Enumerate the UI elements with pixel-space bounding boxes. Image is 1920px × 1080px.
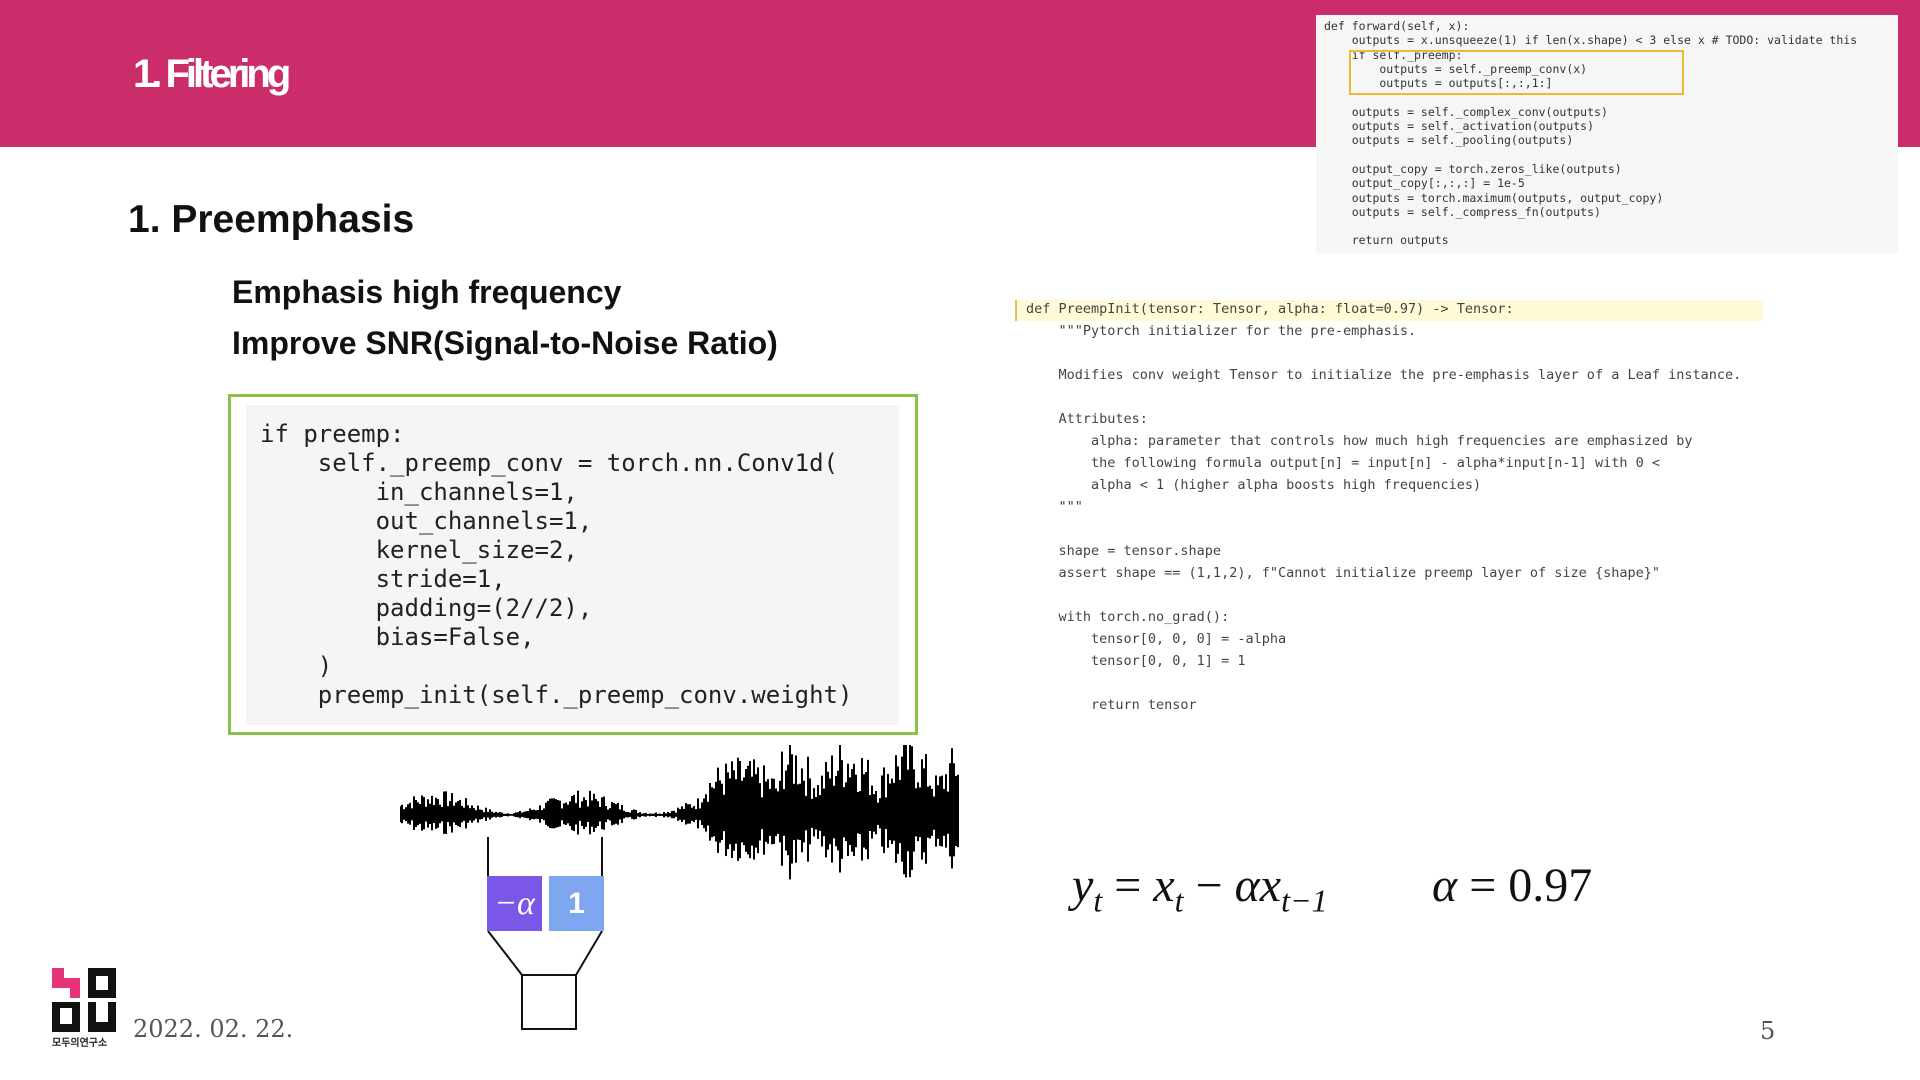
preemp-init-code-line: assert shape == (1,1,2), f"Cannot initia… [1026, 565, 1660, 581]
preemp-code-line: ) [260, 652, 333, 680]
preemp-highlight-box [1349, 50, 1684, 95]
eq-alpha-sym: α [1432, 859, 1458, 912]
eq-x2-sub: t−1 [1281, 882, 1328, 919]
slide-title: 1. Filtering [133, 52, 291, 96]
preemp-code-line: out_channels=1, [260, 507, 593, 535]
forward-code-line: outputs = x.unsqueeze(1) if len(x.shape)… [1324, 33, 1858, 48]
forward-code-line: outputs = torch.maximum(outputs, output_… [1324, 190, 1664, 205]
preemp-init-code-line: """Pytorch initializer for the pre-empha… [1026, 323, 1417, 339]
preemp-init-code-line: alpha < 1 (higher alpha boosts high freq… [1026, 477, 1482, 493]
funnel-left [487, 930, 523, 976]
forward-code-line: outputs = self._activation(outputs) [1324, 119, 1595, 134]
alpha-value-equation: α = 0.97 [1432, 859, 1593, 912]
modulabs-logo-icon [52, 968, 116, 1032]
preemp-init-code-line: return tensor [1026, 697, 1197, 713]
preemp-init-code-line: with torch.no_grad(): [1026, 609, 1230, 625]
funnel-right [575, 930, 603, 976]
preemp-init-code-line: the following formula output[n] = input[… [1026, 455, 1660, 471]
waveform-icon [400, 745, 959, 880]
preemphasis-equation: yt = xt − αxt−1 [1072, 859, 1328, 919]
eq-alpha-value: 0.97 [1508, 859, 1593, 912]
waveform-diagram [400, 745, 959, 1030]
preemp-code-line: if preemp: [260, 420, 405, 448]
logo-caption: 모두의연구소 [52, 1038, 108, 1049]
eq-y-sub: t [1093, 882, 1103, 919]
preemp-init-code-line: Attributes: [1026, 411, 1148, 427]
eq-x: x [1153, 859, 1175, 912]
eq-x-sub: t [1174, 882, 1184, 919]
bullet-emphasis: Emphasis high frequency [232, 274, 622, 310]
forward-code-line [1324, 148, 1898, 162]
preemp-code-line: stride=1, [260, 565, 506, 593]
page-number: 5 [1760, 1017, 1776, 1045]
forward-code-line: outputs = self._complex_conv(outputs) [1324, 104, 1608, 119]
eq-alpha: α [1234, 859, 1260, 912]
footer-date: 2022. 02. 22. [133, 1015, 294, 1043]
forward-code-line [1324, 219, 1898, 233]
preemp-init-code-line: alpha: parameter that controls how much … [1026, 433, 1693, 449]
forward-code-line: return outputs [1324, 233, 1449, 248]
section-title: 1. Preemphasis [128, 198, 415, 241]
preemp-init-code-line: def PreempInit(tensor: Tensor, alpha: fl… [1026, 301, 1514, 317]
preemp-init-code-line: tensor[0, 0, 0] = -alpha [1026, 631, 1287, 647]
preemp-init-code-line: shape = tensor.shape [1026, 543, 1222, 559]
bullet-snr: Improve SNR(Signal-to-Noise Ratio) [232, 325, 778, 361]
preemp-init-code-line: """ [1026, 499, 1083, 515]
output-box [521, 974, 577, 1030]
kernel-weight-one: 1 [549, 876, 604, 931]
eq-x2: x [1259, 859, 1282, 912]
forward-code-line: def forward(self, x): [1324, 19, 1470, 33]
preemp-init-code-line: tensor[0, 0, 1] = 1 [1026, 653, 1246, 669]
forward-code-line: output_copy = torch.zeros_like(outputs) [1324, 161, 1622, 176]
forward-code-line: output_copy[:,:,:] = 1e-5 [1324, 176, 1525, 191]
kernel-weight-alpha: −α [487, 876, 542, 931]
preemp-code-line: preemp_init(self._preemp_conv.weight) [260, 681, 853, 709]
eq-y: y [1072, 859, 1094, 912]
preemp-init-code-line: Modifies conv weight Tensor to initializ… [1026, 367, 1742, 383]
preemp-code-line: padding=(2//2), [260, 594, 593, 622]
preemp-code-line: bias=False, [260, 623, 535, 651]
forward-code-line: outputs = self._pooling(outputs) [1324, 133, 1574, 148]
preemp-code-line: kernel_size=2, [260, 536, 578, 564]
preemp-code-line: self._preemp_conv = torch.nn.Conv1d( [260, 449, 838, 477]
forward-code-line: outputs = self._compress_fn(outputs) [1324, 204, 1601, 219]
preemp-code-line: in_channels=1, [260, 478, 578, 506]
